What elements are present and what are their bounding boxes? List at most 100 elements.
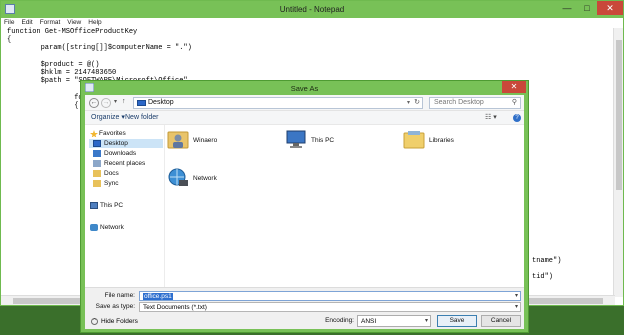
dialog-body: ← → ▾ ↑ Desktop ▾ ↻ Search Desktop ⚲ Org… [85,95,524,329]
dialog-title: Save As [290,84,319,93]
dialog-footer: File name: office.ps1 ▾ Save as type: Te… [85,287,524,329]
code-line: tid") [532,273,554,282]
tree-item-downloads[interactable]: Downloads [89,149,167,158]
item-label: Libraries [429,137,454,144]
tree-network[interactable]: Network [85,223,163,232]
desktop-icon [93,140,101,147]
encoding-label: Encoding: [325,317,354,324]
search-icon[interactable]: ⚲ [512,98,517,108]
list-item-winaero[interactable]: Winaero [167,129,267,153]
close-button[interactable]: ✕ [597,1,623,15]
list-item-network[interactable]: Network [167,167,267,191]
network-globe-icon [168,168,188,186]
recent-locations-chevron-icon[interactable]: ▾ [114,98,117,105]
address-dropdown-icon[interactable]: ▾ [407,98,410,108]
tree-item-label: Docs [104,170,119,177]
tree-item-label: This PC [100,202,124,209]
tree-item-label: Desktop [104,140,128,147]
tree-item-label: Downloads [104,150,137,157]
user-folder-icon [167,131,189,149]
notepad-title: Untitled - Notepad [279,5,345,14]
encoding-value: ANSI [361,318,377,325]
collapse-chevron-icon: ^ [91,318,98,325]
code-line: $hklm = 2147483650 [7,69,117,78]
computer-icon [286,130,306,148]
encoding-select[interactable]: ANSI ▾ [357,315,431,327]
scrollbar-thumb[interactable] [616,40,622,190]
code-line: $product = @() [7,60,100,69]
list-item-this-pc[interactable]: This PC [285,129,385,153]
file-name-value: office.ps1 [143,293,173,300]
menu-file[interactable]: File [4,18,14,28]
minimize-button[interactable]: — [557,1,577,15]
search-input[interactable]: Search Desktop ⚲ [429,97,521,109]
file-name-label: File name: [104,292,135,299]
network-icon [90,224,98,231]
file-list: Winaero This PC Libraries Network [165,125,524,287]
tree-item-label: Sync [104,180,119,187]
tree-item-label: Favorites [99,130,126,137]
notepad-titlebar[interactable]: Untitled - Notepad — □ ✕ [1,1,623,18]
search-placeholder: Search Desktop [434,99,484,106]
back-button[interactable]: ← [89,98,99,108]
hide-folders-label: Hide Folders [101,318,138,325]
save-button[interactable]: Save [437,315,477,327]
address-bar: ← → ▾ ↑ Desktop ▾ ↻ Search Desktop ⚲ [85,95,524,111]
cancel-button[interactable]: Cancel [481,315,521,327]
save-as-dialog: Save As ✕ ← → ▾ ↑ Desktop ▾ ↻ Search Des… [80,80,529,333]
tree-item-sync[interactable]: Sync [89,179,167,188]
command-bar: Organize ▾ New folder ☷ ▾ ? [85,111,524,125]
tree-item-desktop[interactable]: Desktop [89,139,163,148]
tree-item-docs[interactable]: Docs [89,169,167,178]
organize-menu[interactable]: Organize ▾ [91,111,125,125]
navigation-pane: Favorites Desktop Downloads Recent place… [85,125,165,287]
notepad-menubar: File Edit Format View Help [1,18,623,28]
chevron-down-icon[interactable]: ▾ [425,316,428,327]
breadcrumb-location[interactable]: Desktop [148,99,174,106]
list-item-libraries[interactable]: Libraries [403,129,503,153]
up-folder-icon[interactable]: ↑ [122,98,126,105]
save-type-select[interactable]: Text Documents (*.txt) ▾ [139,302,521,312]
menu-view[interactable]: View [67,18,81,28]
item-label: This PC [311,137,335,144]
tree-item-label: Network [100,224,124,231]
item-label: Network [193,175,217,182]
tree-item-recent-places[interactable]: Recent places [89,159,167,168]
downloads-icon [93,150,101,157]
change-view-icon[interactable]: ☷ ▾ [485,111,497,125]
breadcrumb[interactable]: Desktop ▾ ↻ [133,97,423,109]
notepad-overflow-text: tname") tid") [532,257,561,282]
forward-button[interactable]: → [101,98,111,108]
folder-icon [93,180,101,187]
menu-help[interactable]: Help [88,18,101,28]
code-line: { [7,36,12,45]
star-icon [90,130,98,137]
code-line: param([string[]]$computerName = ".") [7,44,192,53]
dialog-titlebar[interactable]: Save As ✕ [81,81,528,95]
help-icon[interactable]: ? [513,114,521,122]
chevron-down-icon[interactable]: ▾ [515,303,518,312]
refresh-icon[interactable]: ↻ [414,98,420,108]
dialog-close-button[interactable]: ✕ [502,81,526,93]
computer-icon [90,202,98,209]
libraries-folder-icon [403,131,425,149]
code-line: tname") [532,257,562,265]
tree-this-pc[interactable]: This PC [85,201,163,210]
vertical-scrollbar[interactable] [613,28,623,297]
save-type-value: Text Documents (*.txt) [143,304,207,311]
file-name-input[interactable]: office.ps1 ▾ [139,291,521,301]
chevron-down-icon[interactable]: ▾ [515,292,518,301]
menu-edit[interactable]: Edit [21,18,32,28]
new-folder-button[interactable]: New folder [125,111,158,125]
recent-places-icon [93,160,101,167]
menu-format[interactable]: Format [40,18,61,28]
item-label: Winaero [193,137,218,144]
save-type-label: Save as type: [95,303,135,310]
tree-favorites[interactable]: Favorites [85,129,163,138]
tree-item-label: Recent places [104,160,146,167]
folder-icon [93,170,101,177]
desktop-location-icon [137,100,146,106]
maximize-button[interactable]: □ [577,1,597,15]
